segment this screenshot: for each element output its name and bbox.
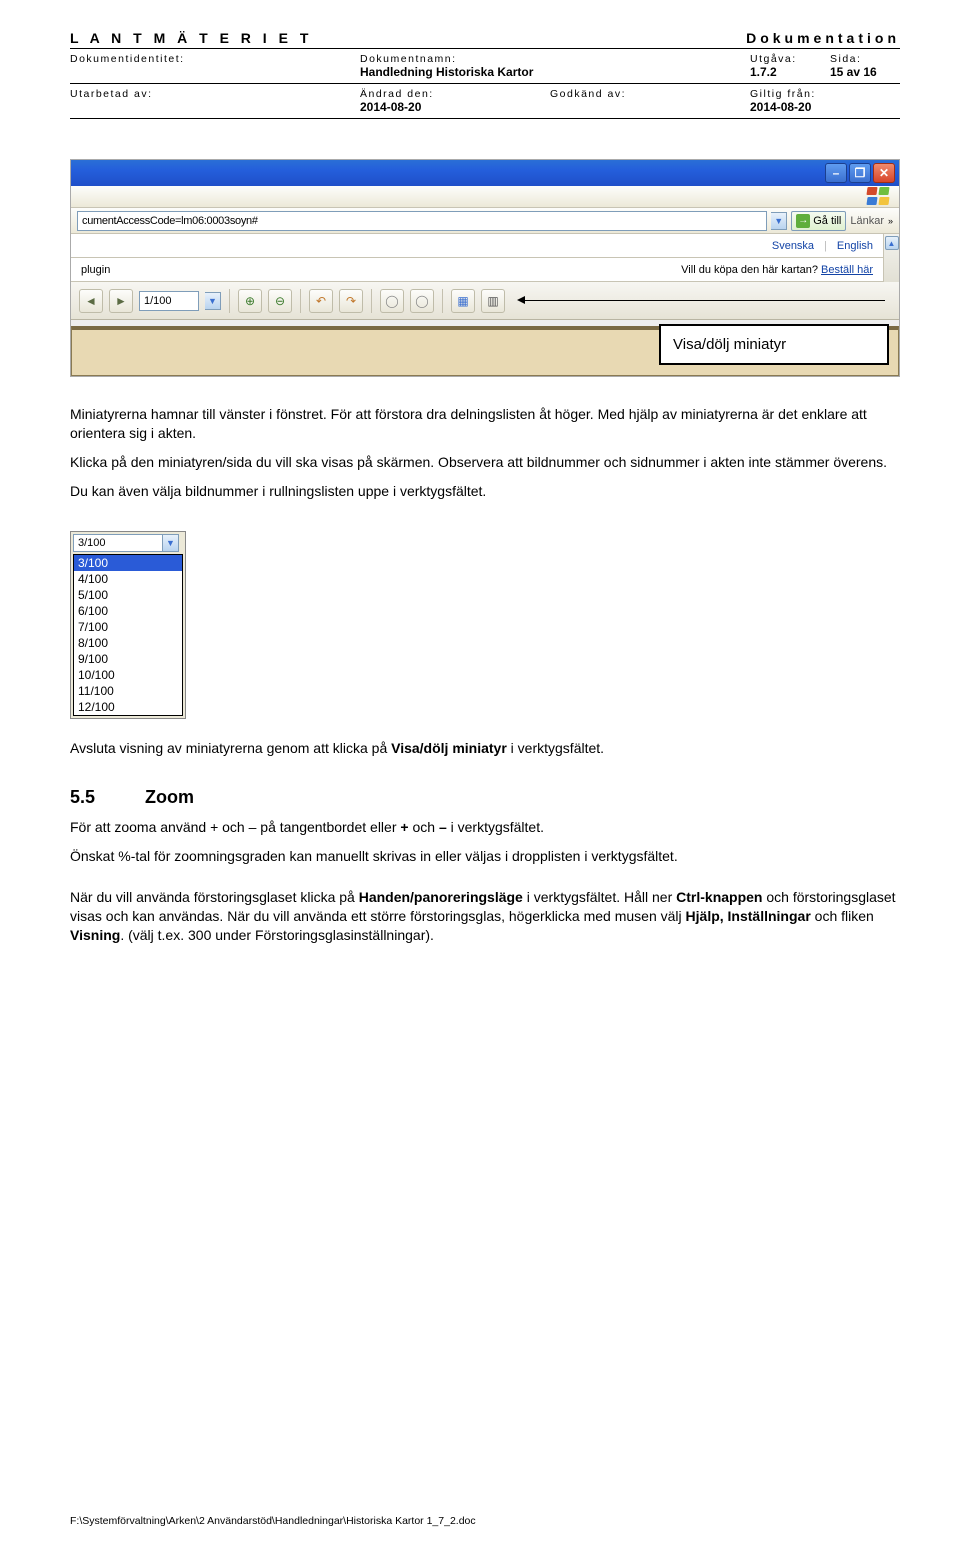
- edition-value: 1.7.2: [750, 65, 830, 79]
- lang-swedish-link[interactable]: Svenska: [772, 240, 814, 252]
- doc-name-value: Handledning Historiska Kartor: [360, 65, 750, 79]
- doc-header-row3: Utarbetad av: Ändrad den: 2014-08-20 God…: [70, 84, 900, 119]
- callout-arrow: [521, 300, 885, 301]
- viewer-next-button[interactable]: ►: [109, 289, 133, 313]
- body-text: Miniatyrerna hamnar till vänster i fönst…: [70, 405, 900, 945]
- language-bar: Svenska | English: [71, 234, 883, 258]
- callout-text: Visa/dölj miniatyr: [673, 336, 786, 353]
- rotate-left-button[interactable]: ↶: [309, 289, 333, 313]
- viewer-prev-button[interactable]: ◄: [79, 289, 103, 313]
- dropdown-item[interactable]: 11/100: [74, 683, 182, 699]
- changed-label: Ändrad den:: [360, 88, 550, 100]
- thumbnail-grid-button[interactable]: ▦: [451, 289, 475, 313]
- page-label: Sida:: [830, 53, 900, 65]
- valid-from-label: Giltig från:: [750, 88, 900, 100]
- close-button[interactable]: ✕: [873, 163, 895, 183]
- doc-name-label: Dokumentnamn:: [360, 53, 750, 65]
- zoom-in-button[interactable]: ⊕: [238, 289, 262, 313]
- zoom-paragraph-3: När du vill använda förstoringsglaset kl…: [70, 888, 900, 945]
- zoom-out-button[interactable]: ⊖: [268, 289, 292, 313]
- address-text: cumentAccessCode=lm06:0003soyn#: [82, 215, 258, 227]
- address-input[interactable]: cumentAccessCode=lm06:0003soyn#: [77, 211, 767, 231]
- rotate-right-button[interactable]: ↷: [339, 289, 363, 313]
- changed-value: 2014-08-20: [360, 100, 550, 114]
- zoom-paragraph-1: För att zooma använd + och – på tangentb…: [70, 818, 900, 837]
- buy-prompt: Vill du köpa den här kartan?: [681, 264, 818, 276]
- window-titlebar: – ❐ ✕: [71, 160, 899, 186]
- windows-logo-icon: [867, 187, 893, 207]
- paragraph-3: Du kan även välja bildnummer i rullnings…: [70, 482, 900, 501]
- vertical-scrollbar[interactable]: ▲: [883, 234, 899, 282]
- footer-path: F:\Systemförvaltning\Arken\2 Användarstö…: [70, 1515, 476, 1527]
- doc-header-row2: Dokumentidentitet: Dokumentnamn: Handled…: [70, 49, 900, 84]
- scroll-up-icon[interactable]: ▲: [885, 236, 899, 250]
- circle-tool-1[interactable]: ◯: [380, 289, 404, 313]
- page-number-text: 1/100: [144, 295, 172, 307]
- section-number: 5.5: [70, 787, 95, 808]
- dropdown-item[interactable]: 5/100: [74, 587, 182, 603]
- links-label: Länkar: [850, 215, 884, 227]
- paragraph-4: Avsluta visning av miniatyrerna genom at…: [70, 739, 900, 758]
- page-value: 15 av 16: [830, 65, 900, 79]
- screenshot-dropdown: 3/100 ▼ 3/100 4/100 5/100 6/100 7/100 8/…: [70, 531, 186, 719]
- edition-label: Utgåva:: [750, 53, 830, 65]
- author-label: Utarbetad av:: [70, 88, 360, 100]
- page-dropdown-button[interactable]: ▼: [205, 292, 221, 310]
- purchase-bar: plugin Vill du köpa den här kartan? Best…: [71, 258, 883, 282]
- dropdown-item[interactable]: 8/100: [74, 635, 182, 651]
- doc-header-row1: L A N T M Ä T E R I E T Dokumentation: [70, 30, 900, 49]
- address-bar: cumentAccessCode=lm06:0003soyn# ▼ → Gå t…: [71, 208, 899, 234]
- dropdown-item-selected[interactable]: 3/100: [74, 555, 182, 571]
- plugin-text: plugin: [81, 264, 110, 276]
- address-dropdown-button[interactable]: ▼: [771, 212, 787, 230]
- circle-tool-2[interactable]: ◯: [410, 289, 434, 313]
- go-label: Gå till: [813, 215, 841, 227]
- paragraph-2: Klicka på den miniatyren/sida du vill sk…: [70, 453, 900, 472]
- menu-bar: [71, 186, 899, 208]
- screenshot-browser: – ❐ ✕ cumentAccessCode=lm06:0003soyn# ▼ …: [70, 159, 900, 377]
- toggle-thumbnail-button[interactable]: ▥: [481, 289, 505, 313]
- approved-label: Godkänd av:: [550, 88, 750, 100]
- doc-type: Dokumentation: [746, 30, 900, 46]
- dropdown-item[interactable]: 7/100: [74, 619, 182, 635]
- minimize-button[interactable]: –: [825, 163, 847, 183]
- callout-box: Visa/dölj miniatyr: [659, 324, 889, 365]
- dropdown-item[interactable]: 6/100: [74, 603, 182, 619]
- dropdown-toggle-button[interactable]: ▼: [163, 534, 179, 552]
- section-heading-zoom: 5.5 Zoom: [70, 787, 900, 808]
- dropdown-list[interactable]: 3/100 4/100 5/100 6/100 7/100 8/100 9/10…: [73, 554, 183, 716]
- valid-from-value: 2014-08-20: [750, 100, 900, 114]
- dropdown-item[interactable]: 10/100: [74, 667, 182, 683]
- dropdown-item[interactable]: 4/100: [74, 571, 182, 587]
- lang-english-link[interactable]: English: [837, 240, 873, 252]
- order-here-link[interactable]: Beställ här: [821, 264, 873, 276]
- viewer-toolbar: ◄ ► 1/100 ▼ ⊕ ⊖ ↶ ↷ ◯ ◯ ▦ ▥: [71, 282, 899, 320]
- section-title: Zoom: [145, 787, 194, 808]
- page-number-input[interactable]: 1/100: [139, 291, 199, 311]
- maximize-button[interactable]: ❐: [849, 163, 871, 183]
- go-button[interactable]: → Gå till: [791, 211, 846, 231]
- zoom-paragraph-2: Önskat %-tal för zoomningsgraden kan man…: [70, 847, 900, 866]
- dropdown-item[interactable]: 12/100: [74, 699, 182, 715]
- viewer-area: ◄ ► 1/100 ▼ ⊕ ⊖ ↶ ↷ ◯ ◯ ▦ ▥ Visa/dölj: [71, 282, 899, 376]
- dropdown-item[interactable]: 9/100: [74, 651, 182, 667]
- org-name: L A N T M Ä T E R I E T: [70, 30, 312, 46]
- dropdown-value[interactable]: 3/100: [73, 534, 163, 552]
- links-chevron-icon: »: [888, 216, 893, 226]
- paragraph-1: Miniatyrerna hamnar till vänster i fönst…: [70, 405, 900, 443]
- go-arrow-icon: →: [796, 214, 810, 228]
- doc-id-label: Dokumentidentitet:: [70, 53, 360, 65]
